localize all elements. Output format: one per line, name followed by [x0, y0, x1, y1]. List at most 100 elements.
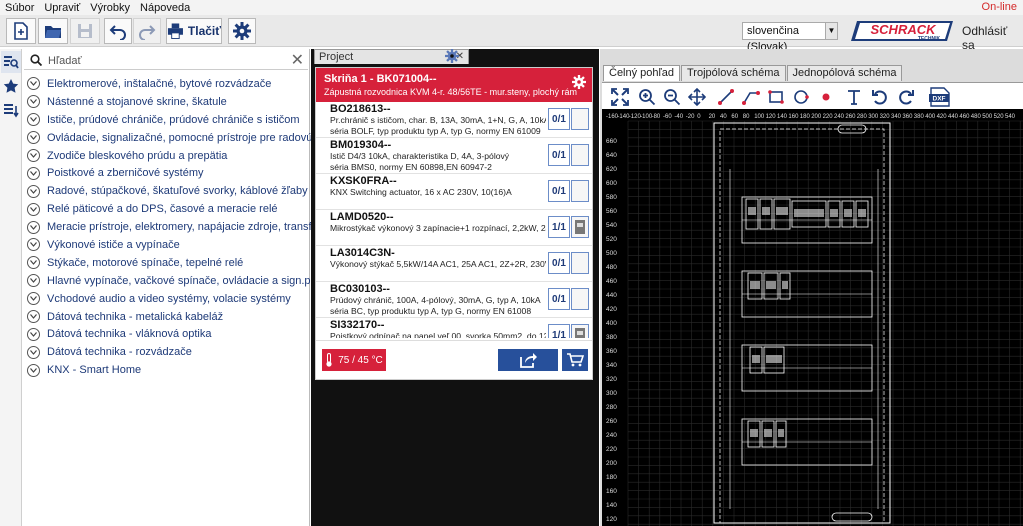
device-toggle — [766, 281, 776, 289]
item-quantity[interactable]: 0/1 — [548, 252, 570, 274]
cart-button[interactable] — [562, 349, 588, 371]
category-item[interactable]: Stýkače, motorové spínače, tepelné relé — [22, 254, 310, 272]
item-description-2: séria BC, typ produktu typ A, typ G, nor… — [330, 305, 532, 316]
redo-button[interactable] — [133, 18, 161, 44]
item-quantity[interactable]: 0/1 — [548, 180, 570, 202]
item-thumbnail — [571, 288, 589, 310]
rotate-left-icon — [872, 90, 887, 105]
search-box[interactable]: Hľadať ✕ — [24, 52, 308, 70]
sort-list-button[interactable] — [1, 99, 21, 121]
x-ruler-tick: 400 — [925, 114, 936, 120]
item-quantity[interactable]: 0/1 — [548, 144, 570, 166]
category-item[interactable]: Relé pätic​ové a do DPS, časové a meraci… — [22, 200, 310, 218]
item-description-2: séria BOLF, typ produktu typ A, typ G, n… — [330, 125, 541, 136]
x-ruler-tick: 420 — [937, 114, 948, 120]
y-ruler-tick: 500 — [606, 250, 617, 257]
cabinet-header[interactable]: Skriňa 1 - BK071004-- Zápustná rozvodnic… — [316, 68, 592, 102]
category-label: Radové, stúpačkové, škatuľové svorky, ká… — [47, 185, 308, 198]
cabinet-outline — [713, 122, 891, 524]
item-quantity[interactable]: 0/1 — [548, 288, 570, 310]
drawing-panel: Čelný pohľad Trojpólová schéma Jednopólo… — [600, 49, 1023, 526]
category-item[interactable]: Vchodové audio a video systémy, volacie … — [22, 290, 310, 308]
export-button[interactable] — [498, 349, 558, 371]
category-item[interactable]: Ističe, prúdové chrániče, prúdové chráni… — [22, 111, 310, 129]
category-item[interactable]: Radové, stúpačkové, škatuľové svorky, ká… — [22, 182, 310, 200]
menu-edit[interactable]: Upraviť — [39, 2, 85, 14]
menu-help[interactable]: Nápoveda — [135, 2, 195, 14]
category-label: Vchodové audio a video systémy, volacie … — [47, 292, 291, 305]
draw-rectangle-button[interactable] — [766, 87, 786, 107]
cabinet-item-list: BO218613-- Pr.chránič s ističom, char. B,… — [316, 102, 592, 338]
temperature-badge[interactable]: 75 / 45 °C — [322, 349, 386, 371]
menu-products[interactable]: Výrobky — [85, 2, 135, 14]
category-item[interactable]: Meracie prístroje, elektromery, napájaci… — [22, 218, 355, 236]
category-item[interactable]: Dátová technika - metalická kabeláž — [22, 308, 310, 326]
item-quantity[interactable]: 1/1 — [548, 216, 570, 238]
undo-button[interactable] — [104, 18, 132, 44]
category-item[interactable]: KNX - Smart Home — [22, 361, 310, 379]
cabinet-item[interactable]: BM019304-- Istič D4/3 10kA, charakteristi… — [316, 138, 592, 174]
open-button[interactable] — [38, 18, 68, 44]
gear-icon[interactable] — [572, 75, 586, 89]
x-ruler-tick: 300 — [868, 114, 879, 120]
draw-line-button[interactable] — [716, 87, 736, 107]
chevron-down-icon — [27, 274, 40, 288]
language-select[interactable]: slovenčina (Slovak) ▼ — [742, 22, 838, 53]
category-item[interactable]: Ovládacie, signalizačné, pomocné prístro… — [22, 129, 352, 147]
close-icon[interactable]: ✕ — [291, 52, 304, 70]
search-input[interactable]: Hľadať — [48, 55, 82, 67]
share-icon — [520, 353, 537, 368]
catalog-list-button[interactable] — [1, 51, 21, 73]
category-item[interactable]: Nástenné a stojanové skrine, škatule — [22, 93, 310, 111]
category-item[interactable]: Dátová technika - vláknová optika — [22, 325, 310, 343]
cabinet-item[interactable]: LAMD0520-- Mikrostýkač výkonový 3 zapínac… — [316, 210, 592, 246]
rotate-right-button[interactable] — [896, 87, 916, 107]
tab-front-view[interactable]: Čelný pohľad — [603, 65, 680, 81]
new-project-button[interactable] — [6, 18, 36, 44]
zoom-in-button[interactable] — [637, 87, 657, 107]
rotate-left-button[interactable] — [870, 87, 890, 107]
draw-circle-button[interactable] — [791, 87, 811, 107]
draw-polyline-button[interactable] — [741, 87, 761, 107]
list-search-icon — [4, 56, 19, 69]
cabinet-item[interactable]: BO218613-- Pr.chránič s ističom, char. B,… — [316, 102, 592, 138]
category-item[interactable]: Hlavné vypínače, vačkové spínače, ovláda… — [22, 272, 344, 290]
y-ruler-tick: 440 — [606, 292, 617, 299]
category-item[interactable]: Poistkové a zberničové systémy — [22, 164, 310, 182]
favorites-button[interactable] — [1, 75, 21, 97]
item-thumbnail — [571, 108, 589, 130]
item-quantity[interactable]: 0/1 — [548, 108, 570, 130]
category-item[interactable]: Výkonové ističe a vypínače — [22, 236, 310, 254]
cabinet-item[interactable]: KXSK0FRA-- KNX Switching actuator, 16 x A… — [316, 174, 592, 210]
fit-view-button[interactable] — [610, 87, 630, 107]
text-tool-button[interactable] — [844, 87, 864, 107]
item-description: Prúdový chránič, 100A, 4-pólový, 30mA, G… — [330, 295, 541, 305]
cabinet-item[interactable]: BC030103-- Prúdový chránič, 100A, 4-pólov… — [316, 282, 592, 318]
front-view-drawing[interactable]: -160 -140 -120 -100 -80 -60 -40 -20 0 20 40 60 80 100… — [602, 109, 1023, 526]
category-item[interactable]: Dátová technika - rozvádzače — [22, 343, 310, 361]
item-quantity[interactable]: 1/1 — [548, 324, 570, 338]
cabinet-item[interactable]: LA3014C3N- Výkonový stýkač 5,5kW/14A AC1,… — [316, 246, 592, 282]
x-ruler-tick: 80 — [743, 114, 750, 120]
print-button[interactable]: Tlačiť — [166, 18, 222, 44]
tab-single-pole-schema[interactable]: Jednopólová schéma — [786, 65, 903, 81]
cabinet-item[interactable]: SI332170-- Poistkový odpínač na panel veľ… — [316, 318, 592, 338]
gear-icon[interactable] — [445, 49, 459, 63]
category-item[interactable]: Zvodiče bleskového prúdu a prepätia — [22, 147, 310, 165]
tab-three-pole-schema[interactable]: Trojpólová schéma — [680, 65, 786, 81]
item-description-2: séria BMS0, normy EN 60898,EN 60947-2 — [330, 161, 492, 172]
chevron-down-icon — [27, 345, 40, 359]
pan-button[interactable] — [687, 87, 707, 107]
menu-file[interactable]: Súbor — [0, 2, 39, 14]
save-button[interactable] — [70, 18, 100, 44]
draw-point-button[interactable] — [816, 87, 836, 107]
x-ruler-tick: 20 — [709, 114, 716, 120]
y-ruler-tick: 360 — [606, 348, 617, 355]
settings-button[interactable] — [228, 18, 256, 44]
zoom-out-button[interactable] — [662, 87, 682, 107]
drawing-canvas[interactable]: -160 -140 -120 -100 -80 -60 -40 -20 0 20 40 60 80 100… — [602, 109, 1023, 526]
y-ruler-tick: 240 — [606, 432, 617, 439]
logout-link[interactable]: Odhlásiť sa — [962, 24, 1023, 52]
dxf-export-button[interactable]: DXF — [928, 87, 952, 107]
category-item[interactable]: Elektromerové, inštalačné, bytové rozvád… — [22, 75, 310, 93]
